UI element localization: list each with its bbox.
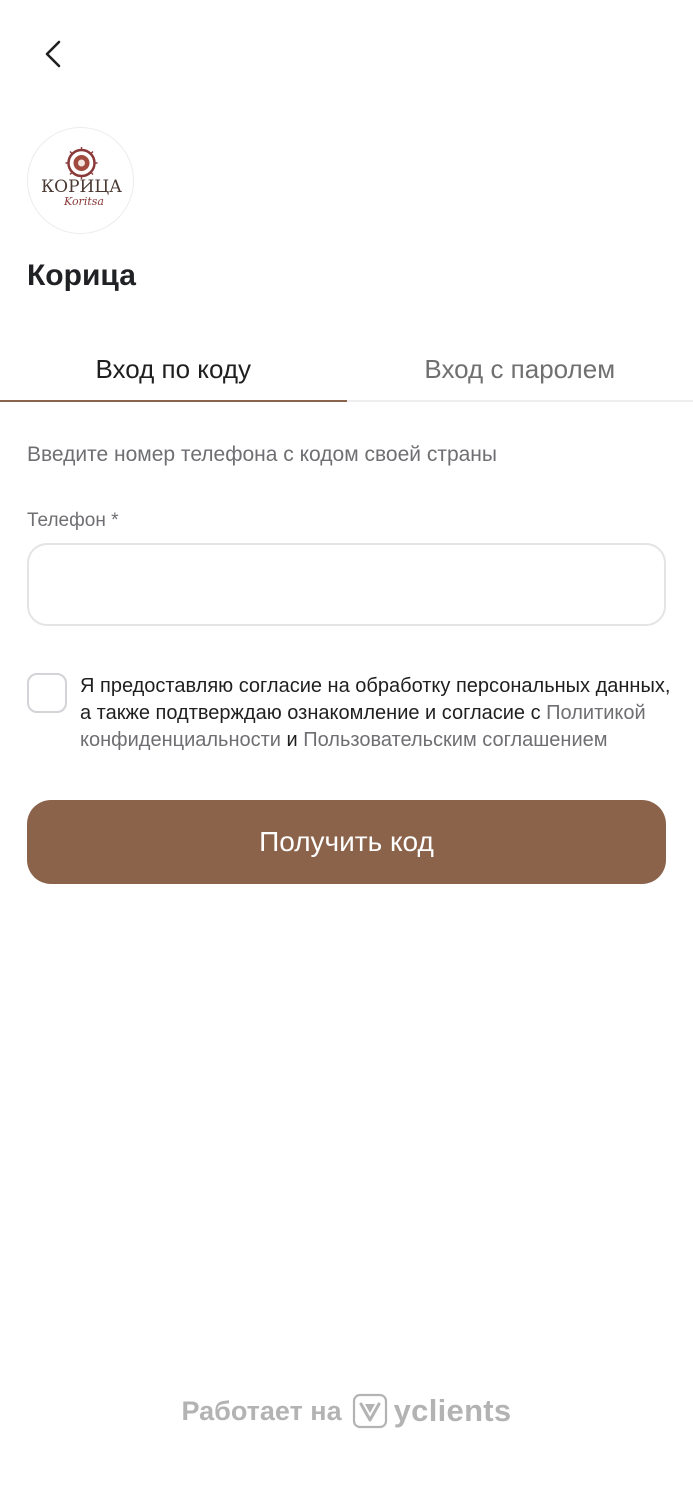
terms-link[interactable]: Пользовательским соглашением: [303, 729, 607, 751]
yclients-logo-icon: [352, 1393, 387, 1429]
phone-hint: Введите номер телефона с кодом своей стр…: [27, 443, 497, 466]
consent-text: Я предоставляю согласие на обработку пер…: [80, 673, 680, 754]
back-button[interactable]: [30, 32, 78, 80]
chevron-left-icon: [45, 40, 61, 68]
logo-text: КОРИЦА: [41, 177, 122, 197]
company-logo: КОРИЦА Koritsa: [27, 127, 134, 234]
phone-input[interactable]: [27, 543, 666, 626]
tab-login-by-code[interactable]: Вход по коду: [0, 338, 347, 402]
logo-script: Koritsa: [63, 195, 104, 208]
company-name: Корица: [27, 259, 136, 292]
powered-by-text: Работает на: [181, 1395, 342, 1426]
powered-by-footer: Работает на yclients: [0, 1393, 693, 1429]
consent-checkbox[interactable]: [27, 673, 67, 713]
yclients-brand: yclients: [393, 1393, 512, 1428]
consent-conjunction: и: [280, 729, 304, 751]
phone-label: Телефон *: [27, 510, 119, 531]
tab-login-with-password[interactable]: Вход с паролем: [347, 338, 693, 400]
get-code-button[interactable]: Получить код: [27, 800, 666, 884]
login-tabs: Вход по коду Вход с паролем: [0, 338, 693, 402]
